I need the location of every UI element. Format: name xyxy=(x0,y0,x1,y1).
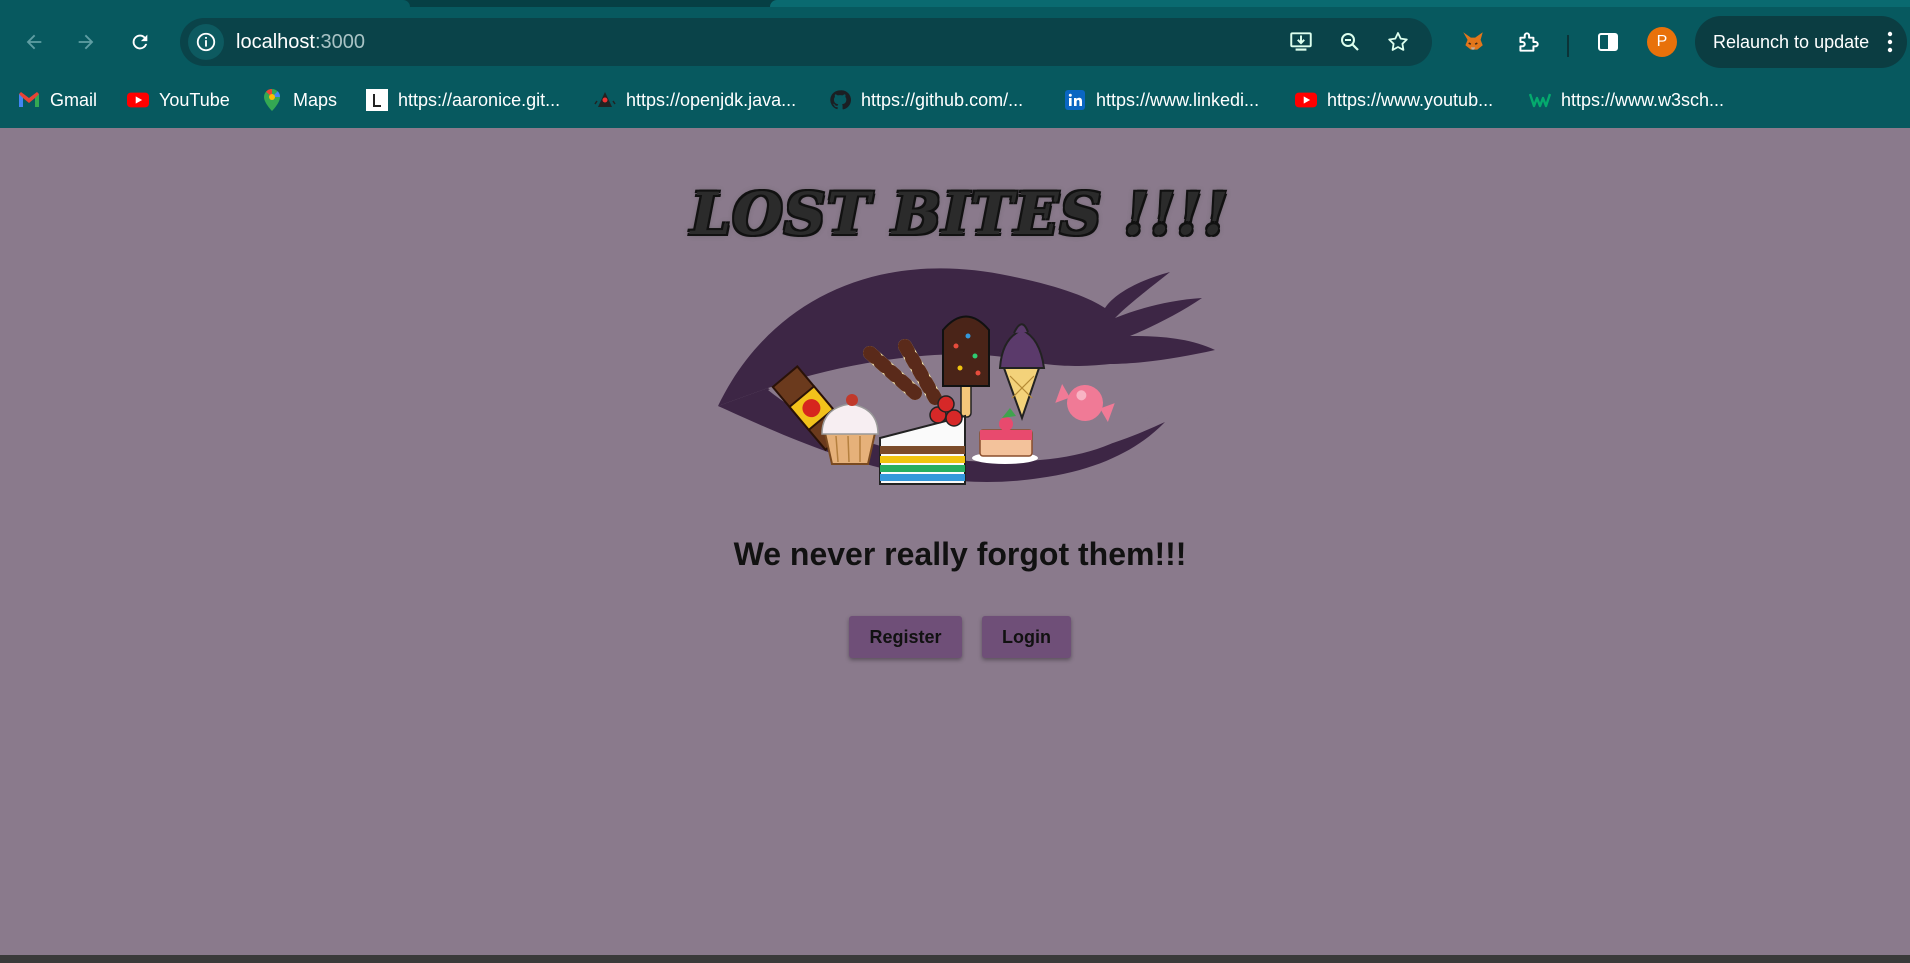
youtube-icon xyxy=(1295,89,1317,111)
linkedin-icon xyxy=(1064,89,1086,111)
bookmark-label: Gmail xyxy=(50,89,98,110)
url-host: localhost xyxy=(236,31,315,53)
bookmark-maps[interactable]: Maps xyxy=(261,84,337,116)
letter-l-icon xyxy=(366,89,388,111)
url-port: :3000 xyxy=(314,31,365,53)
install-app-button[interactable] xyxy=(1285,26,1317,58)
zoom-button[interactable] xyxy=(1334,26,1366,58)
bookmark-openjdk[interactable]: https://openjdk.java... xyxy=(594,84,796,116)
maps-icon xyxy=(261,89,283,111)
url-text[interactable]: localhost:3000 xyxy=(236,31,365,54)
back-button[interactable] xyxy=(16,24,52,60)
puzzle-piece-icon xyxy=(1519,32,1539,52)
bookmark-youtube-2[interactable]: https://www.youtub... xyxy=(1295,84,1493,116)
tab-strip xyxy=(0,0,1910,7)
tab-active[interactable] xyxy=(0,0,410,7)
youtube-icon xyxy=(127,89,149,111)
openjdk-duke-icon xyxy=(594,89,616,111)
forward-arrow-icon xyxy=(78,34,94,50)
side-panel-button[interactable] xyxy=(1590,24,1626,60)
bookmark-label: https://openjdk.java... xyxy=(626,89,797,110)
metamask-fox-icon xyxy=(1463,32,1483,50)
install-app-icon xyxy=(1290,32,1312,51)
github-icon xyxy=(829,89,851,111)
site-info-button[interactable] xyxy=(188,24,224,60)
relaunch-button[interactable]: Relaunch to update xyxy=(1695,16,1907,68)
login-button[interactable]: Login xyxy=(982,616,1071,658)
bookmark-linkedin[interactable]: https://www.linkedi... xyxy=(1064,84,1259,116)
bookmarks-bar: Gmail YouTube Maps https://aaronice.git.… xyxy=(0,80,1910,120)
bookmark-label: https://github.com/... xyxy=(861,89,1024,110)
bookmark-label: https://www.youtub... xyxy=(1327,89,1494,110)
tagline: We never really forgot them!!! xyxy=(733,536,1187,572)
browser-toolbar: localhost:3000 P Relaunch to update xyxy=(0,10,1910,74)
forward-button[interactable] xyxy=(68,24,104,60)
bookmark-w3schools[interactable]: https://www.w3sch... xyxy=(1529,84,1724,116)
back-arrow-icon xyxy=(26,34,42,50)
bookmark-gmail[interactable]: Gmail xyxy=(18,84,97,116)
zoom-out-icon xyxy=(1341,33,1359,51)
browser-chrome: localhost:3000 P Relaunch to update Gmai… xyxy=(0,0,1910,128)
reload-icon xyxy=(132,34,148,50)
relaunch-label: Relaunch to update xyxy=(1713,31,1870,52)
bookmark-label: https://www.w3sch... xyxy=(1561,89,1725,110)
register-button[interactable]: Register xyxy=(849,616,962,658)
sweets-eye-logo xyxy=(718,268,1215,485)
tab-inactive[interactable] xyxy=(770,0,1910,7)
bookmark-aaronice[interactable]: https://aaronice.git... xyxy=(366,84,560,116)
gmail-icon xyxy=(18,89,40,111)
star-icon xyxy=(1388,32,1408,51)
bookmark-youtube[interactable]: YouTube xyxy=(127,84,230,116)
w3schools-icon xyxy=(1529,89,1551,111)
bookmark-label: https://aaronice.git... xyxy=(398,89,561,110)
taskbar-edge xyxy=(0,955,1910,963)
bookmark-label: YouTube xyxy=(159,89,230,110)
bookmark-github[interactable]: https://github.com/... xyxy=(829,84,1023,116)
extensions-button[interactable] xyxy=(1510,24,1546,60)
address-bar[interactable]: localhost:3000 xyxy=(180,18,1432,66)
bookmark-label: https://www.linkedi... xyxy=(1096,89,1260,110)
reload-button[interactable] xyxy=(122,24,158,60)
more-menu-icon xyxy=(1887,31,1893,53)
toolbar-divider xyxy=(1567,35,1569,57)
profile-avatar[interactable]: P xyxy=(1647,27,1677,57)
info-icon xyxy=(196,32,216,52)
side-panel-icon xyxy=(1598,33,1618,51)
bookmark-label: Maps xyxy=(293,89,338,110)
logo-title: LOST BITES !!!! xyxy=(690,180,1230,248)
metamask-extension-button[interactable] xyxy=(1455,24,1491,60)
bookmark-star-button[interactable] xyxy=(1382,26,1414,58)
